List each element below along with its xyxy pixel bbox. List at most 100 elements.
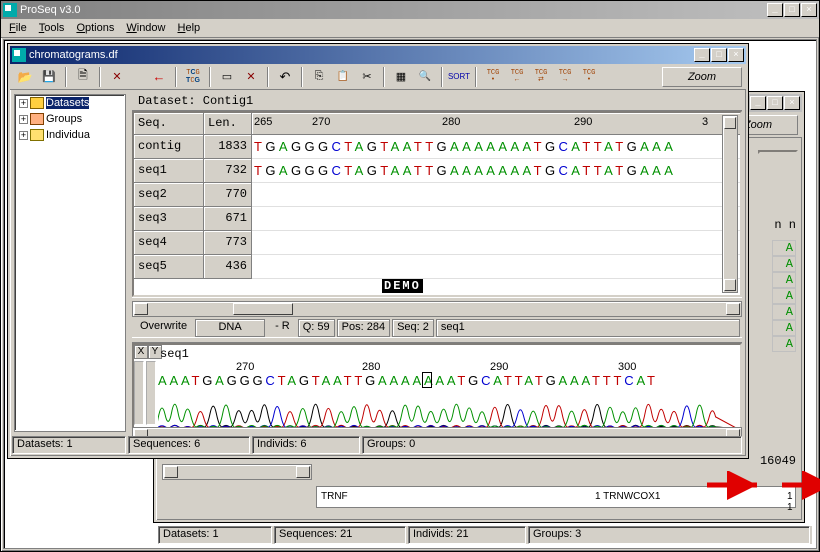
cell-seq[interactable] <box>252 231 740 255</box>
y-slider[interactable] <box>146 361 156 425</box>
close-button[interactable]: × <box>801 3 817 17</box>
tree-groups[interactable]: + Groups <box>15 111 125 127</box>
bg-a-cells: A A A A A A A <box>772 240 796 352</box>
cell-name[interactable]: contig <box>134 135 204 159</box>
app-window: ProSeq v3.0 _ □ × File Tools Options Win… <box>0 0 820 552</box>
expand-icon[interactable]: + <box>19 131 28 140</box>
cell-seq[interactable] <box>252 183 740 207</box>
menu-window[interactable]: Window <box>120 20 171 36</box>
bg-ruler-bar: TRNF 1 TRNWCOX1 1 1 <box>316 486 796 508</box>
fg-titlebar[interactable]: chromatograms.df _ □ × <box>10 46 746 64</box>
new-button[interactable] <box>72 66 94 88</box>
copy-button[interactable] <box>308 66 330 88</box>
tree-datasets[interactable]: + Datasets <box>15 95 125 111</box>
edit-button[interactable]: ▭ <box>216 66 238 88</box>
table-row[interactable]: seq4773 <box>134 231 740 255</box>
doc-title: chromatograms.df <box>29 49 694 61</box>
app-titlebar[interactable]: ProSeq v3.0 _ □ × <box>1 1 819 19</box>
table-row[interactable]: seq3671 <box>134 207 740 231</box>
undo-button[interactable] <box>274 66 296 88</box>
fg-stat-sequences: Sequences: 6 <box>128 436 250 454</box>
fg-maximize-button[interactable]: □ <box>711 48 727 62</box>
chromatogram-panel[interactable]: X Y seq1 270 280 290 300 AAATGAGGGCTAGTA… <box>132 343 742 429</box>
grid-header: Seq. Len. 265 270 280 290 3 <box>134 113 740 135</box>
hdr-len[interactable]: Len. <box>204 113 252 135</box>
grid-hscroll[interactable] <box>132 301 742 317</box>
fg-close-button[interactable]: × <box>728 48 744 62</box>
cell-name[interactable]: seq1 <box>134 159 204 183</box>
cell-len[interactable]: 770 <box>204 183 252 207</box>
minimize-button[interactable]: _ <box>767 3 783 17</box>
content-area: Dataset: Contig1 Seq. Len. 265 270 280 2… <box>132 92 742 434</box>
tcg3-button[interactable]: TCG⇄ <box>530 66 552 88</box>
cell-name[interactable]: seq2 <box>134 183 204 207</box>
dataset-label: Dataset: Contig1 <box>132 92 742 111</box>
paste-button[interactable] <box>332 66 354 88</box>
maximize-button[interactable]: □ <box>784 3 800 17</box>
cell-seq[interactable]: TGAGGGCTAGTAATTGAAAAAAATGCATTATGAAA <box>252 159 740 183</box>
bg-arrows-icon <box>697 471 820 511</box>
zoom-button[interactable]: Zoom <box>662 67 742 87</box>
cell-name[interactable]: seq5 <box>134 255 204 279</box>
fg-toolbar: TCGTCG ▭ ▦ TCG• TCG← TCG⇄ TCG→ <box>10 64 746 90</box>
grid-vscroll[interactable] <box>722 115 738 293</box>
table-row[interactable]: seq5436 <box>134 255 740 279</box>
cell-len[interactable]: 1833 <box>204 135 252 159</box>
grid-ruler: 265 270 280 290 3 <box>252 113 740 135</box>
bg-hscroll[interactable] <box>162 464 312 480</box>
bg-maximize-button[interactable]: □ <box>767 96 783 110</box>
remove-button[interactable] <box>240 66 262 88</box>
sort-button[interactable] <box>448 66 470 88</box>
cell-seq[interactable] <box>252 255 740 279</box>
expand-icon[interactable]: + <box>19 99 28 108</box>
menu-tools[interactable]: Tools <box>33 20 71 36</box>
view1-button[interactable]: ▦ <box>390 66 412 88</box>
tcg4-button[interactable]: TCG→ <box>554 66 576 88</box>
open-button[interactable] <box>14 66 36 88</box>
cell-name[interactable]: seq4 <box>134 231 204 255</box>
bg-minimize-button[interactable]: _ <box>750 96 766 110</box>
cell-name[interactable]: seq3 <box>134 207 204 231</box>
cut-button[interactable] <box>356 66 378 88</box>
bg-close-button[interactable]: × <box>784 96 800 110</box>
expand-icon[interactable]: + <box>19 115 28 124</box>
fg-minimize-button[interactable]: _ <box>694 48 710 62</box>
save-button[interactable] <box>38 66 60 88</box>
tree-individuals[interactable]: + Individua <box>15 127 125 143</box>
cell-len[interactable]: 671 <box>204 207 252 231</box>
menu-file[interactable]: File <box>3 20 33 36</box>
menu-help[interactable]: Help <box>172 20 207 36</box>
folder-icon <box>30 97 44 109</box>
tcg2-button[interactable]: TCG← <box>506 66 528 88</box>
cell-len[interactable]: 732 <box>204 159 252 183</box>
sequence-grid[interactable]: Seq. Len. 265 270 280 290 3 contig1833TG… <box>132 111 742 297</box>
bg-stat-groups: Groups: 3 <box>528 526 810 544</box>
hdr-seq[interactable]: Seq. <box>134 113 204 135</box>
chromatogram-traces <box>158 389 738 429</box>
fg-statusbar: Datasets: 1 Sequences: 6 Individs: 6 Gro… <box>12 436 744 454</box>
demo-watermark: DEMO <box>382 279 423 293</box>
doc-icon <box>12 48 26 62</box>
delete-button[interactable] <box>106 66 128 88</box>
info-r: - R <box>267 319 298 337</box>
x-slider[interactable] <box>134 361 144 425</box>
color-scheme-button[interactable]: TCGTCG <box>182 66 204 88</box>
table-row[interactable]: contig1833TGAGGGCTAGTAATTGAAAAAAATGCATTA… <box>134 135 740 159</box>
cell-len[interactable]: 773 <box>204 231 252 255</box>
cell-seq[interactable]: TGAGGGCTAGTAATTGAAAAAAATGCATTATGAAA <box>252 135 740 159</box>
bg-nn-label: n n <box>774 218 796 232</box>
app-title: ProSeq v3.0 <box>20 4 767 16</box>
table-row[interactable]: seq1732TGAGGGCTAGTAATTGAAAAAAATGCATTATGA… <box>134 159 740 183</box>
cell-seq[interactable] <box>252 207 740 231</box>
chrom-cursor[interactable] <box>422 372 432 388</box>
cell-len[interactable]: 436 <box>204 255 252 279</box>
x-axis-button[interactable]: X <box>134 345 148 359</box>
chrom-label: seq1 <box>160 347 189 361</box>
tcg5-button[interactable]: TCG• <box>578 66 600 88</box>
table-row[interactable]: seq2770 <box>134 183 740 207</box>
tcg1-button[interactable]: TCG• <box>482 66 504 88</box>
fg-stat-groups: Groups: 0 <box>362 436 742 454</box>
menu-options[interactable]: Options <box>70 20 120 36</box>
back-button[interactable] <box>148 66 170 88</box>
find-button[interactable] <box>414 66 436 88</box>
